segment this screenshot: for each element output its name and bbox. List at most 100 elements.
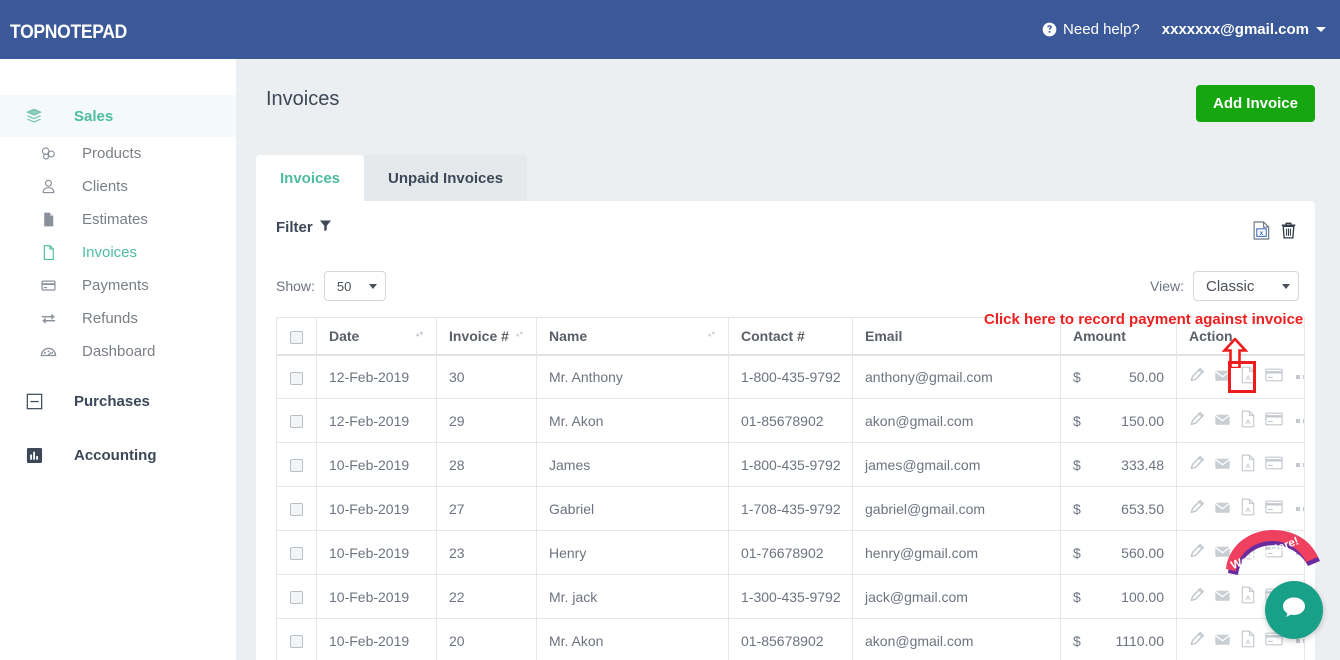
more-dots-icon[interactable] — [1296, 418, 1304, 423]
table-row[interactable]: 10-Feb-2019 23 Henry 01-76678902 henry@gmail… — [276, 530, 1305, 575]
svg-text:A: A — [1246, 595, 1251, 602]
credit-card-icon[interactable] — [1265, 500, 1283, 517]
app-logo[interactable]: TopNotepad — [10, 14, 127, 45]
chat-widget-button[interactable] — [1265, 581, 1323, 639]
row-checkbox[interactable] — [290, 635, 303, 649]
credit-card-icon[interactable] — [1265, 412, 1283, 429]
table-row[interactable]: 10-Feb-2019 22 Mr. jack 1-300-435-9792 jack@… — [276, 574, 1305, 619]
pdf-file-icon[interactable]: A — [1240, 630, 1256, 651]
edit-pencil-icon[interactable] — [1189, 411, 1205, 430]
table-row[interactable]: 12-Feb-2019 29 Mr. Akon 01-85678902 akon@gma… — [276, 398, 1305, 443]
more-dots-icon[interactable] — [1296, 462, 1304, 467]
sidebar-item-clients[interactable]: Clients — [0, 170, 236, 203]
view-mode-group: View: Classic — [1150, 271, 1299, 301]
column-header-name[interactable]: Name — [536, 317, 729, 356]
row-checkbox[interactable] — [290, 591, 303, 605]
table-row[interactable]: 10-Feb-2019 20 Mr. Akon 01-85678902 akon@gma… — [276, 618, 1305, 660]
filter-toggle[interactable]: Filter — [276, 219, 332, 236]
edit-pencil-icon[interactable] — [1189, 543, 1205, 562]
view-mode-select[interactable]: Classic — [1193, 271, 1299, 301]
table-row[interactable]: 12-Feb-2019 30 Mr. Anthony 1-800-435-9792 an… — [276, 354, 1305, 399]
row-checkbox[interactable] — [290, 503, 303, 517]
sidebar-group-sales[interactable]: Sales — [0, 95, 236, 137]
sidebar-item-refunds[interactable]: Refunds — [0, 302, 236, 335]
trash-icon[interactable] — [1280, 221, 1297, 240]
pdf-file-icon[interactable]: A — [1240, 454, 1256, 475]
edit-pencil-icon[interactable] — [1189, 455, 1205, 474]
row-select-cell[interactable] — [276, 354, 317, 399]
row-select-cell[interactable] — [276, 618, 317, 660]
tab-unpaid-invoices[interactable]: Unpaid Invoices — [364, 155, 528, 201]
annotation-highlight-box — [1228, 361, 1256, 393]
svg-text:A: A — [1246, 419, 1251, 426]
need-help-link[interactable]: Need help? — [1042, 21, 1140, 38]
invoice-icon — [38, 243, 58, 262]
sidebar-item-payments[interactable]: Payments — [0, 269, 236, 302]
edit-pencil-icon[interactable] — [1189, 587, 1205, 606]
envelope-icon[interactable] — [1214, 455, 1231, 475]
show-entries-select[interactable]: 50 — [323, 271, 386, 301]
sidebar-item-label: Estimates — [82, 211, 148, 228]
cell-email: akon@gmail.com — [852, 618, 1061, 660]
sidebar-item-invoices[interactable]: Invoices — [0, 236, 236, 269]
column-header-invoice-number[interactable]: Invoice # — [436, 317, 537, 356]
view-mode-value: Classic — [1206, 277, 1255, 295]
sidebar-item-label: Refunds — [82, 310, 138, 327]
cell-name: James — [536, 442, 729, 487]
row-select-cell[interactable] — [276, 530, 317, 575]
envelope-icon[interactable] — [1214, 587, 1231, 607]
funnel-icon — [319, 219, 332, 236]
row-select-cell[interactable] — [276, 574, 317, 619]
pdf-file-icon[interactable]: A — [1240, 498, 1256, 519]
envelope-icon[interactable] — [1214, 411, 1231, 431]
edit-pencil-icon[interactable] — [1189, 367, 1205, 386]
cell-invoice-number: 23 — [436, 530, 537, 575]
table-row[interactable]: 10-Feb-2019 28 James 1-800-435-9792 james@gm… — [276, 442, 1305, 487]
column-label: Amount — [1073, 327, 1126, 344]
cell-date: 10-Feb-2019 — [316, 530, 437, 575]
pdf-file-icon[interactable]: A — [1240, 586, 1256, 607]
row-select-cell[interactable] — [276, 486, 317, 531]
cell-contact: 1-800-435-9792 — [728, 442, 853, 487]
edit-pencil-icon[interactable] — [1189, 631, 1205, 650]
sidebar-group-purchases[interactable]: Purchases — [0, 380, 236, 422]
sidebar-item-label: Dashboard — [82, 343, 156, 360]
table-row[interactable]: 10-Feb-2019 27 Gabriel 1-708-435-9792 gabrie… — [276, 486, 1305, 531]
pdf-file-icon[interactable]: A — [1240, 410, 1256, 431]
row-checkbox[interactable] — [290, 371, 303, 385]
more-dots-icon[interactable] — [1296, 638, 1304, 643]
envelope-icon[interactable] — [1214, 499, 1231, 519]
row-select-cell[interactable] — [276, 442, 317, 487]
select-all-checkbox[interactable] — [290, 330, 303, 344]
sidebar-item-estimates[interactable]: Estimates — [0, 203, 236, 236]
credit-card-icon[interactable] — [1265, 456, 1283, 473]
edit-pencil-icon[interactable] — [1189, 499, 1205, 518]
sidebar-item-dashboard[interactable]: Dashboard — [0, 335, 236, 368]
row-select-cell[interactable] — [276, 398, 317, 443]
select-all-header[interactable] — [276, 317, 317, 356]
row-checkbox[interactable] — [290, 415, 303, 429]
more-dots-icon[interactable] — [1296, 374, 1304, 379]
show-entries-group: Show: 50 — [276, 271, 386, 301]
add-invoice-button[interactable]: Add Invoice — [1195, 85, 1315, 122]
excel-export-icon[interactable]: x — [1253, 221, 1270, 240]
sidebar-group-label: Accounting — [74, 446, 157, 464]
cell-date: 10-Feb-2019 — [316, 486, 437, 531]
sidebar-item-products[interactable]: Products — [0, 137, 236, 170]
column-header-contact[interactable]: Contact # — [728, 317, 853, 356]
cell-contact: 1-300-435-9792 — [728, 574, 853, 619]
sidebar-group-accounting[interactable]: Accounting — [0, 434, 236, 476]
column-label: Invoice # — [449, 327, 509, 344]
currency-symbol: $ — [1073, 412, 1081, 429]
column-header-date[interactable]: Date — [316, 317, 437, 356]
row-checkbox[interactable] — [290, 459, 303, 473]
credit-card-icon[interactable] — [1265, 368, 1283, 385]
bar-chart-icon — [24, 447, 44, 464]
user-account-menu[interactable]: xxxxxxx@gmail.com — [1162, 21, 1326, 38]
invoices-table: Date Invoice # Name Contact # Email Amou… — [276, 317, 1305, 660]
envelope-icon[interactable] — [1214, 631, 1231, 651]
more-dots-icon[interactable] — [1296, 506, 1304, 511]
row-checkbox[interactable] — [290, 547, 303, 561]
header-right-group: Need help? xxxxxxx@gmail.com — [1042, 21, 1326, 38]
tab-invoices[interactable]: Invoices — [256, 155, 365, 201]
